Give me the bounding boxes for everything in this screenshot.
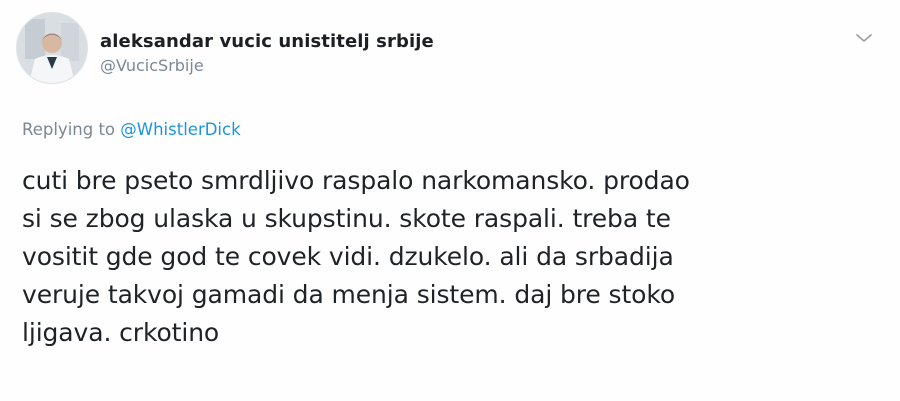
author-display-name[interactable]: aleksandar vucic unistitelj srbije bbox=[100, 31, 434, 53]
tweet-text-line: ljigava. crkotino bbox=[22, 318, 220, 347]
author-info: aleksandar vucic unistitelj srbije @Vuci… bbox=[100, 31, 434, 76]
tweet-text: cuti bre pseto smrdljivo raspalo narkoma… bbox=[22, 162, 882, 352]
chevron-down-icon bbox=[856, 34, 872, 42]
author-avatar[interactable] bbox=[16, 12, 88, 84]
tweet-card: aleksandar vucic unistitelj srbije @Vuci… bbox=[0, 0, 900, 401]
tweet-menu-button[interactable] bbox=[852, 26, 876, 50]
replying-to-label: Replying to bbox=[22, 120, 116, 139]
avatar-photo-icon bbox=[17, 13, 87, 83]
tweet-text-line: cuti bre pseto smrdljivo raspalo narkoma… bbox=[22, 166, 690, 195]
replying-to: Replying to @WhistlerDick bbox=[22, 119, 241, 141]
tweet-text-line: veruje takvoj gamadi da menja sistem. da… bbox=[22, 280, 676, 309]
tweet-text-line: vositit gde god te covek vidi. dzukelo. … bbox=[22, 242, 674, 271]
author-handle[interactable]: @VucicSrbije bbox=[100, 56, 434, 76]
tweet-text-line: si se zbog ulaska u skupstinu. skote ras… bbox=[22, 204, 671, 233]
reply-mention-link[interactable]: @WhistlerDick bbox=[120, 120, 240, 139]
